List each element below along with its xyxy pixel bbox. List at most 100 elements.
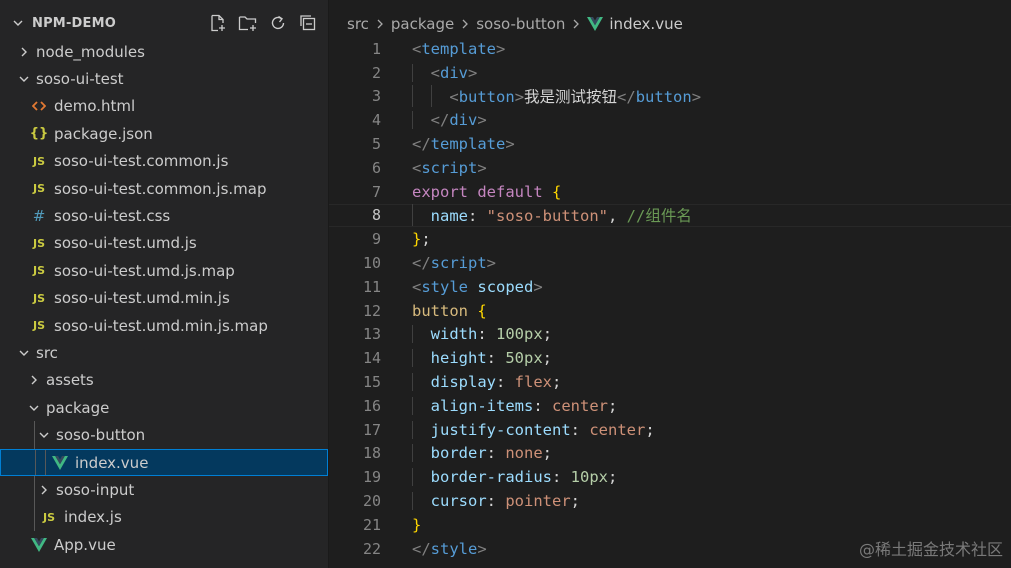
code-line[interactable]: 18 border: none; bbox=[329, 442, 1011, 466]
indent-guide bbox=[412, 111, 413, 130]
chevron-right-icon[interactable] bbox=[36, 482, 52, 498]
code-line[interactable]: 3 <button>我是测试按钮</button> bbox=[329, 85, 1011, 109]
folder-item-soso-button[interactable]: soso-button bbox=[0, 421, 328, 449]
code-token: > bbox=[486, 254, 497, 273]
code-token: > bbox=[496, 39, 506, 58]
code-token: : bbox=[552, 468, 571, 487]
file-item-app-vue[interactable]: App.vue bbox=[0, 531, 328, 558]
file-item-demo-html[interactable]: demo.html bbox=[0, 93, 328, 120]
code-token: div bbox=[449, 111, 478, 130]
breadcrumb-item-index-vue[interactable]: index.vue bbox=[609, 15, 682, 33]
code-line[interactable]: 10 </script> bbox=[329, 251, 1011, 275]
chevron-down-icon[interactable] bbox=[10, 15, 26, 31]
collapse-all-icon[interactable] bbox=[298, 13, 318, 33]
code-token: 10px bbox=[570, 468, 608, 487]
code-text: button { bbox=[412, 302, 487, 320]
file-item-soso-ui-test-umd-min-js-map[interactable]: JS soso-ui-test.umd.min.js.map bbox=[0, 312, 328, 339]
new-folder-icon[interactable] bbox=[238, 13, 258, 33]
code-token: button bbox=[635, 88, 692, 107]
code-line[interactable]: 14 height: 50px; bbox=[329, 346, 1011, 370]
code-token: justify-content bbox=[430, 420, 571, 439]
code-token: > bbox=[468, 63, 478, 82]
code-line[interactable]: 7 export default { bbox=[329, 180, 1011, 204]
folder-item-soso-ui-test[interactable]: soso-ui-test bbox=[0, 65, 328, 92]
chevron-right-icon[interactable] bbox=[26, 372, 42, 388]
code-line[interactable]: 2 <div> bbox=[329, 61, 1011, 85]
code-text: <script> bbox=[412, 159, 487, 177]
code-text: <div> bbox=[412, 63, 478, 82]
file-item-soso-ui-test-umd-js[interactable]: JS soso-ui-test.umd.js bbox=[0, 230, 328, 257]
line-number: 10 bbox=[362, 254, 381, 273]
code-line[interactable]: 1 <template> bbox=[329, 37, 1011, 61]
tree-item-label: index.js bbox=[64, 508, 122, 527]
code-line[interactable]: 20 cursor: pointer; bbox=[329, 489, 1011, 513]
refresh-icon[interactable] bbox=[268, 13, 288, 33]
chevron-down-icon[interactable] bbox=[16, 71, 32, 87]
code-token: //组件名 bbox=[626, 207, 692, 226]
code-text: cursor: pointer; bbox=[412, 492, 580, 511]
code-line[interactable]: 19 border-radius: 10px; bbox=[329, 465, 1011, 489]
file-item-package-json[interactable]: {} package.json bbox=[0, 120, 328, 147]
line-number: 13 bbox=[362, 325, 381, 344]
js-file-icon: JS bbox=[32, 319, 45, 333]
indent-guide bbox=[412, 373, 413, 392]
code-line[interactable]: 12 button { bbox=[329, 299, 1011, 323]
code-line[interactable]: 13 width: 100px; bbox=[329, 323, 1011, 347]
folder-item-node-modules[interactable]: node_modules bbox=[0, 38, 328, 65]
explorer-title: NPM-DEMO bbox=[32, 15, 116, 31]
folder-item-soso-input[interactable]: soso-input bbox=[0, 476, 328, 504]
tree-item-label: soso-ui-test bbox=[36, 70, 124, 89]
code-line[interactable]: 8 name: "soso-button", //组件名 bbox=[329, 203, 1011, 228]
chevron-down-icon[interactable] bbox=[36, 427, 52, 443]
file-item-soso-ui-test-umd-js-map[interactable]: JS soso-ui-test.umd.js.map bbox=[0, 257, 328, 284]
code-token: > bbox=[505, 135, 515, 154]
code-line[interactable]: 16 align-items: center; bbox=[329, 394, 1011, 418]
new-file-icon[interactable] bbox=[208, 13, 228, 33]
code-line[interactable]: 4 </div> bbox=[329, 108, 1011, 132]
file-item-soso-ui-test-css[interactable]: # soso-ui-test.css bbox=[0, 202, 328, 229]
file-item-soso-ui-test-umd-min-js[interactable]: JS soso-ui-test.umd.min.js bbox=[0, 285, 328, 312]
chevron-right-icon bbox=[458, 17, 472, 31]
explorer-header[interactable]: NPM-DEMO bbox=[0, 10, 328, 36]
file-item-index-vue[interactable]: index.vue bbox=[0, 448, 328, 477]
tree-item-label: soso-button bbox=[56, 426, 146, 445]
code-line[interactable]: 21} bbox=[329, 513, 1011, 537]
code-token: ; bbox=[645, 420, 655, 439]
file-item-soso-ui-test-common-js[interactable]: JS soso-ui-test.common.js bbox=[0, 148, 328, 175]
indent-guide bbox=[412, 444, 413, 463]
code-token: } bbox=[412, 515, 422, 534]
folder-item-src[interactable]: src bbox=[0, 339, 328, 366]
code-line[interactable]: 15 display: flex; bbox=[329, 370, 1011, 394]
chevron-down-icon[interactable] bbox=[26, 400, 42, 416]
breadcrumb-item-package[interactable]: package bbox=[391, 15, 454, 33]
chevron-right-icon[interactable] bbox=[16, 44, 32, 60]
tree-item-label: src bbox=[36, 343, 58, 362]
tree-item-label: package.json bbox=[54, 124, 153, 143]
code-area[interactable]: 1 <template> 2 <div> 3 <button>我是测试按钮</butt… bbox=[329, 37, 1011, 561]
breadcrumb-item-soso-button[interactable]: soso-button bbox=[476, 15, 565, 33]
chevron-down-icon[interactable] bbox=[16, 345, 32, 361]
code-editor[interactable]: src package soso-button index.vue 1 <temp… bbox=[329, 0, 1011, 568]
code-line[interactable]: 17 justify-content: center; bbox=[329, 418, 1011, 442]
file-item-index-js[interactable]: JS index.js bbox=[0, 503, 328, 532]
code-line[interactable]: 5 </template> bbox=[329, 132, 1011, 156]
code-token: </ bbox=[412, 135, 431, 154]
code-token: </ bbox=[412, 254, 431, 273]
folder-item-package[interactable]: package bbox=[0, 394, 328, 421]
indent-guide bbox=[34, 421, 35, 449]
file-item-soso-ui-test-common-js-map[interactable]: JS soso-ui-test.common.js.map bbox=[0, 175, 328, 202]
code-token: < bbox=[412, 277, 422, 296]
code-line[interactable]: 9}; bbox=[329, 227, 1011, 251]
js-file-icon: JS bbox=[32, 182, 45, 196]
folder-item-assets[interactable]: assets bbox=[0, 367, 328, 394]
indent-guide bbox=[45, 449, 46, 476]
code-token: cursor bbox=[430, 492, 487, 511]
code-token: </ bbox=[430, 111, 450, 130]
code-text: } bbox=[412, 516, 421, 534]
code-line[interactable]: 11 <style scoped> bbox=[329, 275, 1011, 299]
indent-guide bbox=[412, 325, 413, 344]
code-line[interactable]: 6 <script> bbox=[329, 156, 1011, 180]
breadcrumb-item-src[interactable]: src bbox=[347, 15, 369, 33]
code-token: 50px bbox=[505, 349, 543, 368]
tree-item-label: demo.html bbox=[54, 97, 136, 116]
